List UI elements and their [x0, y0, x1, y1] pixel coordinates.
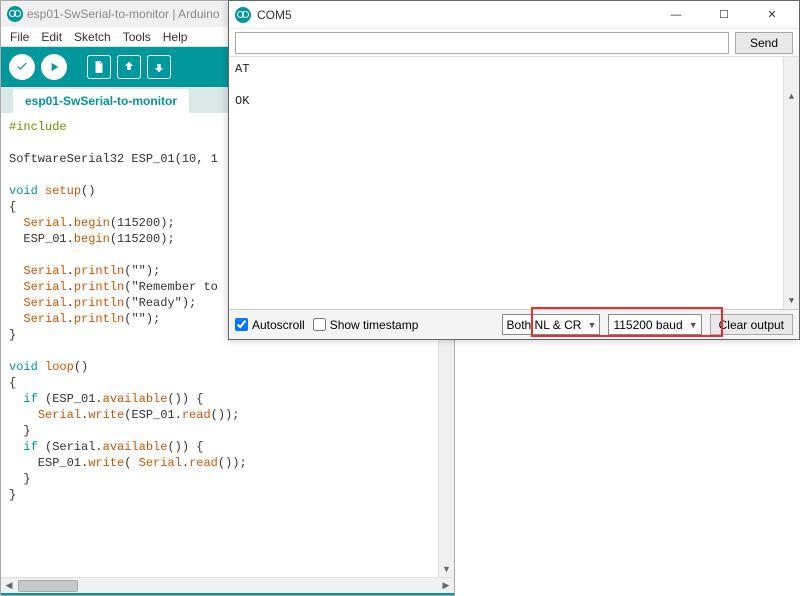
scroll-left-icon[interactable]: ◀ [1, 580, 17, 591]
serial-vertical-scrollbar[interactable]: ▲ ▼ [783, 57, 799, 309]
menu-edit[interactable]: Edit [36, 28, 67, 46]
serial-input-row: Send [229, 29, 799, 57]
upload-button[interactable] [41, 54, 67, 80]
editor-horizontal-scrollbar[interactable]: ◀ ▶ [1, 577, 454, 593]
serial-output-text: AT OK [235, 62, 249, 108]
scroll-down-icon[interactable]: ▼ [784, 293, 799, 309]
send-button[interactable]: Send [735, 32, 793, 54]
menu-file[interactable]: File [5, 28, 34, 46]
timestamp-label: Show timestamp [330, 318, 419, 332]
autoscroll-label: Autoscroll [252, 318, 305, 332]
autoscroll-checkbox[interactable]: Autoscroll [235, 318, 305, 332]
serial-output[interactable]: AT OK ▲ ▼ [229, 57, 799, 309]
clear-output-button[interactable]: Clear output [710, 314, 793, 335]
ide-status-strip [1, 593, 454, 595]
serial-monitor-window: COM5 — ☐ ✕ Send AT OK ▲ ▼ Autoscroll Sho… [228, 0, 800, 340]
sketch-tab[interactable]: esp01-SwSerial-to-monitor [13, 89, 189, 113]
scroll-up-icon[interactable]: ▲ [784, 89, 799, 105]
open-button[interactable] [117, 55, 141, 79]
serial-bottom-bar: Autoscroll Show timestamp Both NL & CR ▼… [229, 309, 799, 339]
timestamp-checkbox[interactable]: Show timestamp [313, 318, 419, 332]
timestamp-input[interactable] [313, 318, 326, 331]
menu-help[interactable]: Help [158, 28, 193, 46]
serial-titlebar[interactable]: COM5 — ☐ ✕ [229, 1, 799, 29]
save-button[interactable] [147, 55, 171, 79]
new-button[interactable] [87, 55, 111, 79]
line-ending-select[interactable]: Both NL & CR ▼ [502, 314, 601, 335]
chevron-down-icon: ▼ [689, 320, 698, 330]
baud-value: 115200 baud [613, 318, 682, 332]
scroll-right-icon[interactable]: ▶ [438, 580, 454, 591]
chevron-down-icon: ▼ [588, 320, 597, 330]
arduino-logo-icon [7, 6, 23, 22]
ide-title: esp01-SwSerial-to-monitor | Arduino [27, 7, 220, 21]
scroll-thumb[interactable] [18, 580, 78, 592]
autoscroll-input[interactable] [235, 318, 248, 331]
close-button[interactable]: ✕ [751, 2, 793, 28]
menu-sketch[interactable]: Sketch [69, 28, 116, 46]
scroll-down-icon[interactable]: ▼ [439, 561, 454, 577]
line-ending-value: Both NL & CR [507, 318, 582, 332]
minimize-button[interactable]: — [655, 2, 697, 28]
arduino-logo-icon [235, 7, 251, 23]
maximize-button[interactable]: ☐ [703, 2, 745, 28]
serial-title: COM5 [257, 8, 292, 22]
baud-select[interactable]: 115200 baud ▼ [608, 314, 701, 335]
serial-input[interactable] [235, 32, 729, 54]
verify-button[interactable] [9, 54, 35, 80]
menu-tools[interactable]: Tools [118, 28, 156, 46]
